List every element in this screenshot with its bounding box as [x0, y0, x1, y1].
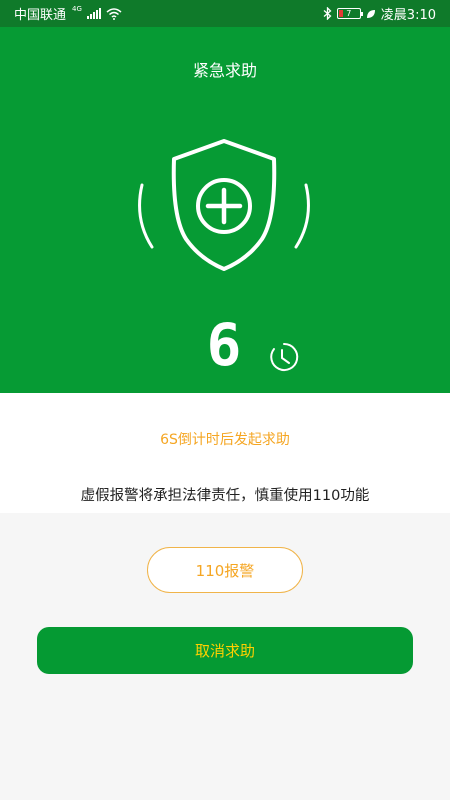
carrier-name: 中国联通	[14, 8, 67, 23]
clock-icon	[270, 342, 299, 371]
status-time: 凌晨3:10	[380, 8, 436, 23]
status-bar: 中国联通 4G 7 凌晨3:10	[0, 0, 450, 27]
wifi-icon	[106, 7, 122, 20]
help-notice: 6S倒计时后发起求助 虚假报警将承担法律责任，慎重使用110功能	[0, 393, 450, 513]
status-bar-right: 7 凌晨3:10	[323, 4, 436, 23]
countdown-hint: 6S倒计时后发起求助	[160, 432, 290, 448]
page-title: 紧急求助	[192, 61, 257, 80]
countdown-digit: 6	[206, 311, 242, 379]
shield-plus-icon	[138, 139, 310, 271]
signal-icon	[86, 8, 101, 19]
cancel-help-button[interactable]: 取消求助	[37, 627, 413, 674]
call-police-button[interactable]: 110报警	[147, 547, 303, 593]
false-alarm-warning: 虚假报警将承担法律责任，慎重使用110功能	[80, 488, 370, 504]
emergency-hero: 紧急求助 6	[0, 27, 450, 393]
battery-icon: 7	[336, 8, 363, 19]
battery-level: 7	[346, 9, 352, 18]
status-bar-left: 中国联通 4G	[14, 4, 122, 23]
bluetooth-icon	[323, 7, 332, 20]
network-type: 4G	[72, 4, 82, 13]
leaf-icon	[366, 9, 375, 18]
